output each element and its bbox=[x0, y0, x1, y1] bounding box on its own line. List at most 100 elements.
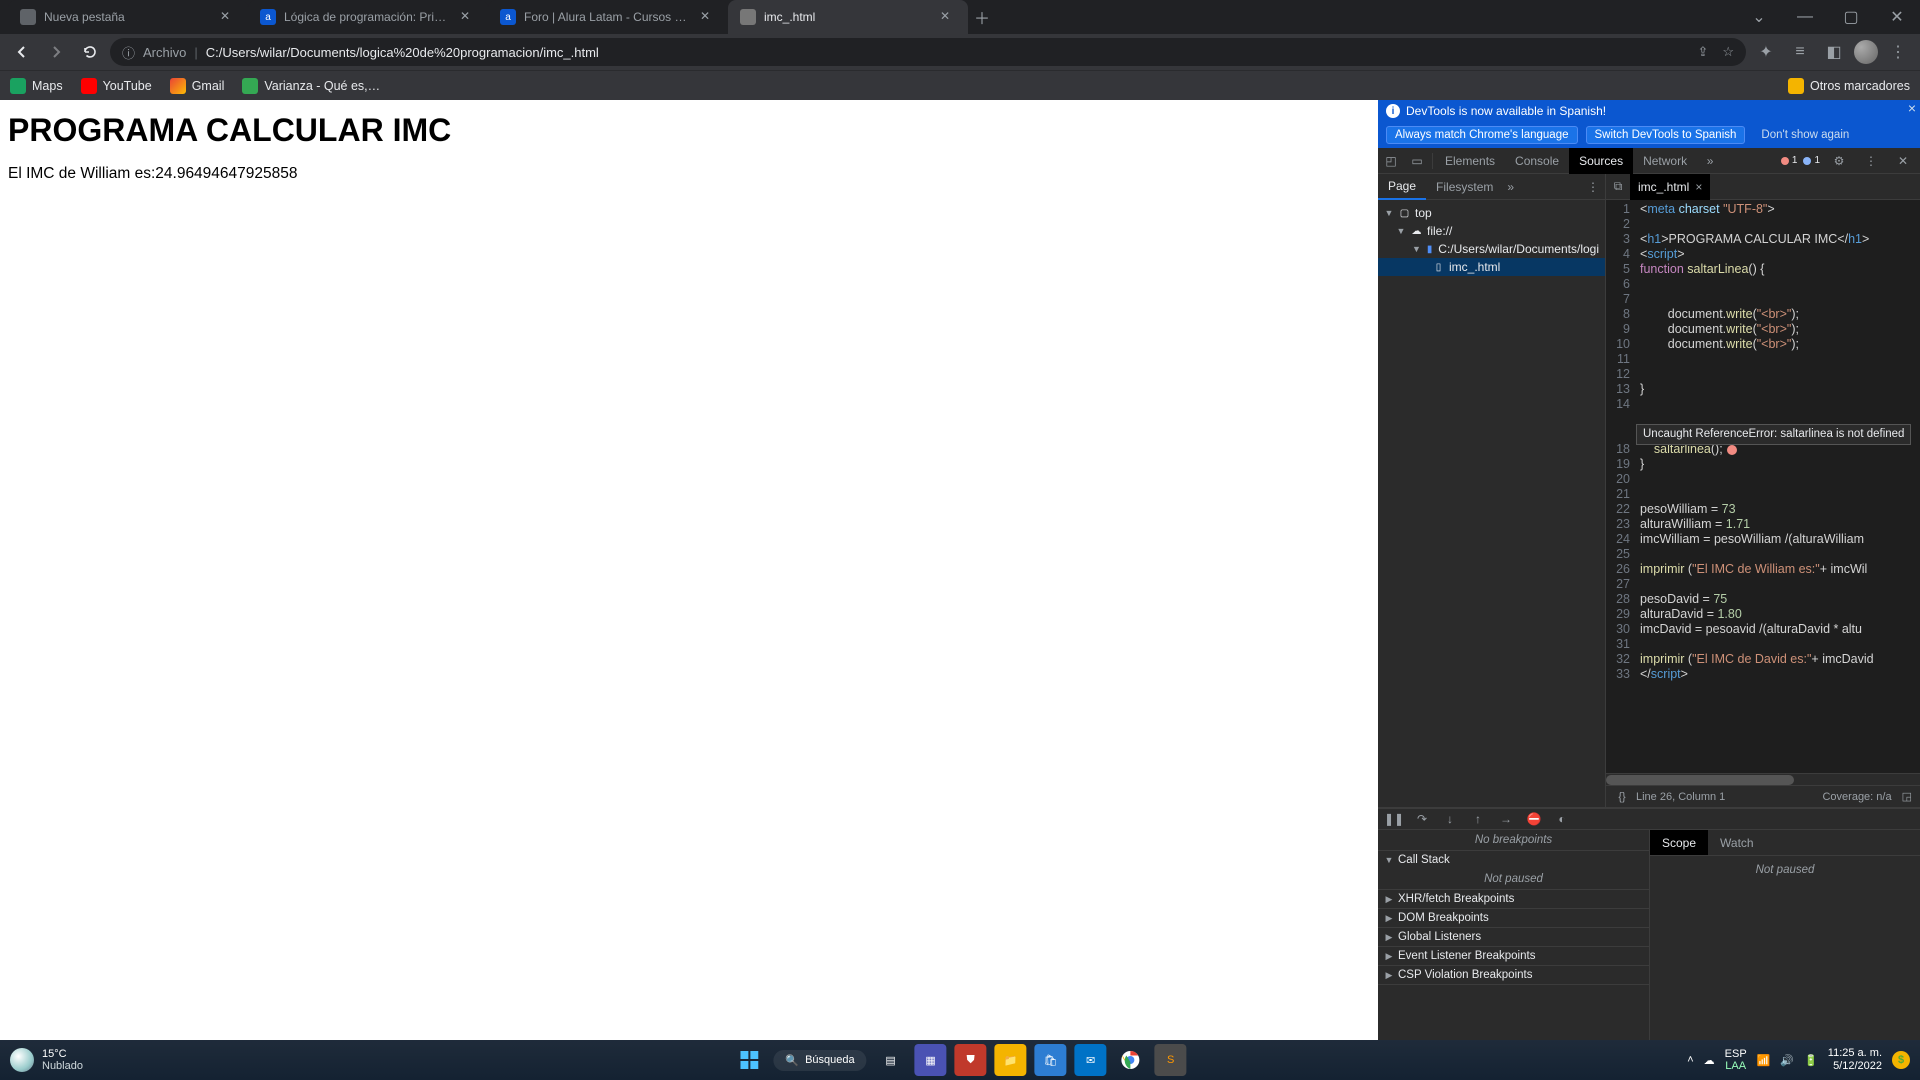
devtools-banner: i DevTools is now available in Spanish! … bbox=[1378, 100, 1920, 122]
minimize-button[interactable]: ― bbox=[1782, 0, 1828, 34]
close-icon[interactable]: ✕ bbox=[220, 9, 236, 25]
dom-bp-header[interactable]: ▶DOM Breakpoints bbox=[1378, 909, 1649, 927]
more-tabs-icon[interactable]: » bbox=[1697, 154, 1723, 168]
reload-button[interactable] bbox=[76, 38, 104, 66]
tab-elements[interactable]: Elements bbox=[1435, 148, 1505, 174]
step-out-button[interactable]: ↑ bbox=[1470, 811, 1486, 827]
nav-tab-filesystem[interactable]: Filesystem bbox=[1426, 174, 1503, 200]
wifi-icon[interactable]: 📶 bbox=[1757, 1054, 1771, 1067]
task-view-button[interactable]: ▤ bbox=[875, 1044, 907, 1076]
notification-badge[interactable]: $ bbox=[1892, 1051, 1910, 1069]
device-icon[interactable]: ▭ bbox=[1404, 154, 1430, 168]
start-button[interactable] bbox=[733, 1044, 765, 1076]
scope-tab[interactable]: Scope bbox=[1650, 830, 1708, 855]
error-badge[interactable]: 1 bbox=[1781, 155, 1798, 166]
close-icon[interactable]: × bbox=[1908, 100, 1916, 116]
close-icon[interactable]: ✕ bbox=[1890, 154, 1916, 168]
close-window-button[interactable]: ✕ bbox=[1874, 0, 1920, 34]
step-into-button[interactable]: ↓ bbox=[1442, 811, 1458, 827]
tab-new[interactable]: Nueva pestaña ✕ bbox=[8, 0, 248, 34]
coverage-label: Coverage: n/a bbox=[1822, 791, 1891, 803]
bookmark-maps[interactable]: Maps bbox=[10, 78, 63, 94]
switch-language-button[interactable]: Switch DevTools to Spanish bbox=[1586, 126, 1746, 144]
battery-icon[interactable]: 🔋 bbox=[1804, 1054, 1818, 1067]
close-icon[interactable]: × bbox=[1695, 180, 1702, 194]
weather-widget[interactable]: 15°C Nublado bbox=[10, 1048, 83, 1072]
code-editor[interactable]: 1234567891011121314 18192021222324252627… bbox=[1606, 200, 1920, 773]
tab-console[interactable]: Console bbox=[1505, 148, 1569, 174]
gear-icon[interactable]: ⚙ bbox=[1826, 154, 1852, 168]
close-icon[interactable]: ✕ bbox=[460, 9, 476, 25]
taskbar-app[interactable]: ⛊ bbox=[955, 1044, 987, 1076]
onedrive-icon[interactable]: ☁ bbox=[1704, 1054, 1715, 1067]
site-icon: a bbox=[500, 9, 516, 25]
chrome-button[interactable] bbox=[1115, 1044, 1147, 1076]
extensions-icon[interactable]: ✦ bbox=[1752, 38, 1780, 66]
info-badge[interactable]: 1 bbox=[1803, 155, 1820, 166]
kebab-icon[interactable]: ⋮ bbox=[1587, 180, 1599, 194]
bookmarks-bar: Maps YouTube Gmail Varianza - Qué es,… O… bbox=[0, 70, 1920, 100]
pause-button[interactable]: ❚❚ bbox=[1386, 811, 1402, 827]
file-explorer-button[interactable]: 📁 bbox=[995, 1044, 1027, 1076]
store-button[interactable]: 🛍 bbox=[1035, 1044, 1067, 1076]
profile-avatar[interactable] bbox=[1854, 40, 1878, 64]
taskbar-search[interactable]: 🔍 Búsqueda bbox=[773, 1050, 866, 1071]
bookmark-youtube[interactable]: YouTube bbox=[81, 78, 152, 94]
back-button[interactable] bbox=[8, 38, 36, 66]
editor-tab[interactable]: imc_.html× bbox=[1630, 174, 1710, 200]
taskbar-app[interactable]: ▦ bbox=[915, 1044, 947, 1076]
kebab-icon[interactable]: ⋮ bbox=[1858, 154, 1884, 168]
forward-button[interactable] bbox=[42, 38, 70, 66]
tree-file[interactable]: ▯imc_.html bbox=[1378, 258, 1605, 276]
chevron-up-icon[interactable]: ˄ bbox=[1687, 1054, 1693, 1066]
sidepanel-icon[interactable]: ◧ bbox=[1820, 38, 1848, 66]
global-listeners-header[interactable]: ▶Global Listeners bbox=[1378, 928, 1649, 946]
tab-network[interactable]: Network bbox=[1633, 148, 1697, 174]
tab-imc[interactable]: imc_.html ✕ bbox=[728, 0, 968, 34]
csp-bp-header[interactable]: ▶CSP Violation Breakpoints bbox=[1378, 966, 1649, 984]
maximize-button[interactable]: ▢ bbox=[1828, 0, 1874, 34]
reading-list-icon[interactable]: ≡ bbox=[1786, 38, 1814, 66]
deactivate-bp-button[interactable]: ⛔ bbox=[1526, 811, 1542, 827]
star-icon[interactable]: ☆ bbox=[1722, 44, 1734, 60]
browser-titlebar: Nueva pestaña ✕ a Lógica de programación… bbox=[0, 0, 1920, 34]
share-icon[interactable]: ⇪ bbox=[1697, 44, 1708, 60]
more-icon[interactable]: » bbox=[1507, 180, 1514, 194]
clock[interactable]: 11:25 a. m. 5/12/2022 bbox=[1828, 1047, 1882, 1073]
tree-folder[interactable]: ▼▮C:/Users/wilar/Documents/logi bbox=[1378, 240, 1605, 258]
dont-show-button[interactable]: Don't show again bbox=[1753, 127, 1857, 143]
match-language-button[interactable]: Always match Chrome's language bbox=[1386, 126, 1578, 144]
other-bookmarks[interactable]: Otros marcadores bbox=[1788, 78, 1910, 94]
sublime-button[interactable]: S bbox=[1155, 1044, 1187, 1076]
bookmark-gmail[interactable]: Gmail bbox=[170, 78, 225, 94]
event-bp-header[interactable]: ▶Event Listener Breakpoints bbox=[1378, 947, 1649, 965]
callstack-header[interactable]: ▼Call Stack bbox=[1378, 851, 1649, 869]
inspect-icon[interactable]: ◰ bbox=[1378, 154, 1404, 168]
step-over-button[interactable]: ↷ bbox=[1414, 811, 1430, 827]
dropdown-icon[interactable]: ⌄ bbox=[1736, 0, 1782, 34]
nav-tab-page[interactable]: Page bbox=[1378, 174, 1426, 200]
bookmark-varianza[interactable]: Varianza - Qué es,… bbox=[242, 78, 380, 94]
coverage-icon[interactable]: ◲ bbox=[1902, 790, 1912, 803]
format-icon[interactable]: {} bbox=[1614, 789, 1630, 805]
weather-cond: Nublado bbox=[42, 1060, 83, 1072]
new-tab-button[interactable]: ＋ bbox=[968, 3, 996, 31]
tree-top[interactable]: ▼▢top bbox=[1378, 204, 1605, 222]
pause-exceptions-button[interactable]: ◐ bbox=[1554, 811, 1570, 827]
tab-logica[interactable]: a Lógica de programación: Primero ✕ bbox=[248, 0, 488, 34]
volume-icon[interactable]: 🔊 bbox=[1780, 1054, 1794, 1067]
watch-tab[interactable]: Watch bbox=[1708, 830, 1766, 855]
tab-foro[interactable]: a Foro | Alura Latam - Cursos onlin ✕ bbox=[488, 0, 728, 34]
mail-button[interactable]: ✉ bbox=[1075, 1044, 1107, 1076]
language-code[interactable]: ESP bbox=[1725, 1048, 1747, 1060]
close-icon[interactable]: ✕ bbox=[940, 9, 956, 25]
nav-icon[interactable]: ⧉ bbox=[1606, 179, 1630, 194]
menu-icon[interactable]: ⋮ bbox=[1884, 38, 1912, 66]
xhr-bp-header[interactable]: ▶XHR/fetch Breakpoints bbox=[1378, 890, 1649, 908]
horizontal-scrollbar[interactable] bbox=[1606, 773, 1920, 785]
address-bar[interactable]: ⓘ Archivo | C:/Users/wilar/Documents/log… bbox=[110, 38, 1746, 66]
close-icon[interactable]: ✕ bbox=[700, 9, 716, 25]
tree-origin[interactable]: ▼☁file:// bbox=[1378, 222, 1605, 240]
tab-sources[interactable]: Sources bbox=[1569, 148, 1633, 174]
step-button[interactable]: → bbox=[1498, 811, 1514, 827]
